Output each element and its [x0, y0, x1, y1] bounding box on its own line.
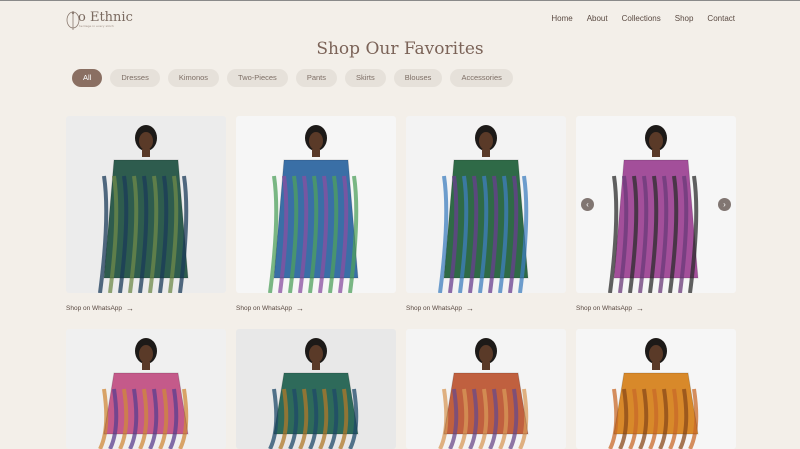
product-card[interactable]: ‹ › Shop on WhatsApp →: [576, 116, 736, 315]
product-image[interactable]: [236, 116, 396, 293]
product-image[interactable]: [66, 116, 226, 293]
site-header: o Ethnic heritage in every stitch Home A…: [0, 1, 800, 37]
product-card[interactable]: Shop on WhatsApp →: [406, 116, 566, 315]
shop-whatsapp-link[interactable]: Shop on WhatsApp →: [236, 301, 396, 315]
nav-contact[interactable]: Contact: [707, 14, 735, 23]
shop-whatsapp-link[interactable]: Shop on WhatsApp →: [576, 301, 736, 315]
shop-whatsapp-label: Shop on WhatsApp: [66, 304, 123, 312]
shop-whatsapp-label: Shop on WhatsApp: [576, 304, 633, 312]
nav-home[interactable]: Home: [551, 14, 572, 23]
shop-whatsapp-label: Shop on WhatsApp: [236, 304, 293, 312]
filter-chip-two-pieces[interactable]: Two-Pieces: [227, 69, 288, 87]
product-card[interactable]: [236, 329, 396, 449]
arrow-right-icon: →: [296, 303, 305, 313]
product-card[interactable]: [406, 329, 566, 449]
shop-whatsapp-link[interactable]: Shop on WhatsApp →: [406, 301, 566, 315]
page-title: Shop Our Favorites: [316, 39, 484, 59]
arrow-right-icon: →: [636, 303, 645, 313]
product-image[interactable]: [236, 329, 396, 449]
arrow-right-icon: →: [466, 303, 475, 313]
filter-chip-blouses[interactable]: Blouses: [393, 69, 443, 87]
category-filters: All Dresses Kimonos Two-Pieces Pants Skirts Bl…: [72, 69, 513, 87]
product-grid: Shop on WhatsApp → Shop on WhatsApp → Shop…: [66, 116, 736, 449]
product-card[interactable]: [576, 329, 736, 449]
nav-collections[interactable]: Collections: [622, 14, 661, 23]
nav-shop[interactable]: Shop: [675, 14, 694, 23]
filter-chip-kimonos[interactable]: Kimonos: [167, 69, 220, 87]
shop-whatsapp-link[interactable]: Shop on WhatsApp →: [66, 301, 226, 315]
filter-chip-accessories[interactable]: Accessories: [450, 69, 513, 87]
chevron-right-icon[interactable]: ›: [718, 198, 731, 211]
filter-chip-pants[interactable]: Pants: [295, 69, 337, 87]
nav-about[interactable]: About: [587, 14, 608, 23]
product-image[interactable]: [406, 116, 566, 293]
shop-whatsapp-label: Shop on WhatsApp: [406, 304, 463, 312]
brand-tagline: heritage in every stitch: [79, 24, 114, 28]
product-card[interactable]: Shop on WhatsApp →: [236, 116, 396, 315]
filter-chip-all[interactable]: All: [72, 69, 103, 87]
product-image[interactable]: [406, 329, 566, 449]
product-image[interactable]: [576, 329, 736, 449]
arrow-right-icon: →: [126, 303, 135, 313]
brand-logo[interactable]: o Ethnic heritage in every stitch: [66, 9, 133, 31]
product-card[interactable]: [66, 329, 226, 449]
product-image[interactable]: [66, 329, 226, 449]
product-image[interactable]: ‹ ›: [576, 116, 736, 293]
chevron-left-icon[interactable]: ‹: [581, 198, 594, 211]
filter-chip-dresses[interactable]: Dresses: [110, 69, 160, 87]
brand-name: o Ethnic: [78, 10, 133, 25]
main-nav: Home About Collections Shop Contact: [551, 14, 735, 23]
filter-chip-skirts[interactable]: Skirts: [345, 69, 386, 87]
product-card[interactable]: Shop on WhatsApp →: [66, 116, 226, 315]
